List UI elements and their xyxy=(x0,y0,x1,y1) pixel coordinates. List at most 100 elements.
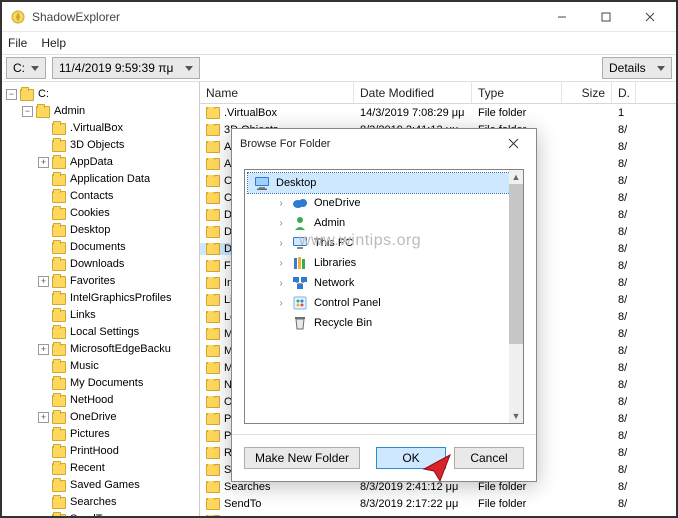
tree-item[interactable]: PrintHood xyxy=(70,443,119,460)
chevron-right-icon[interactable]: › xyxy=(276,278,286,289)
col-size[interactable]: Size xyxy=(562,82,612,103)
col-date[interactable]: Date Modified xyxy=(354,82,472,103)
folder-tree[interactable]: Desktop › OneDrive › Admin › This PC › L… xyxy=(244,169,524,424)
tree-item[interactable]: Application Data xyxy=(70,171,150,188)
chevron-right-icon[interactable]: › xyxy=(276,258,286,269)
folder-icon xyxy=(206,464,220,476)
col-type[interactable]: Type xyxy=(472,82,562,103)
minimize-button[interactable] xyxy=(540,3,584,31)
dialog-close-button[interactable] xyxy=(498,136,528,152)
tree-item[interactable]: Saved Games xyxy=(70,477,140,494)
folder-item[interactable]: › Admin xyxy=(248,213,520,233)
chevron-right-icon[interactable]: › xyxy=(276,298,286,309)
tree-item[interactable]: OneDrive xyxy=(70,409,116,426)
folder-icon xyxy=(206,107,220,119)
tree-pane[interactable]: −C:−Admin.VirtualBox3D Objects+AppDataAp… xyxy=(2,82,200,516)
file-d: 8/ xyxy=(612,141,636,153)
file-date: 8/3/2019 2:17:22 μμ xyxy=(354,515,472,517)
folder-label: Libraries xyxy=(314,257,356,269)
app-icon xyxy=(10,9,26,25)
expand-icon xyxy=(38,361,49,372)
tree-item[interactable]: Favorites xyxy=(70,273,115,290)
scroll-thumb[interactable] xyxy=(509,184,523,344)
menu-file[interactable]: File xyxy=(8,36,27,50)
list-row[interactable]: .VirtualBox 14/3/2019 7:08:29 μμ File fo… xyxy=(200,104,676,121)
expand-icon[interactable]: − xyxy=(6,89,17,100)
file-d: 8/ xyxy=(612,430,636,442)
folder-icon xyxy=(52,140,66,152)
tree-item[interactable]: 3D Objects xyxy=(70,137,124,154)
folder-icon xyxy=(206,124,220,136)
expand-icon[interactable]: + xyxy=(38,157,49,168)
dialog-scrollbar[interactable]: ▲ ▼ xyxy=(509,170,523,423)
folder-icon xyxy=(206,379,220,391)
expand-icon xyxy=(38,514,49,516)
tree-item[interactable]: Documents xyxy=(70,239,126,256)
folder-item[interactable]: › Control Panel xyxy=(248,293,520,313)
tree-item[interactable]: NetHood xyxy=(70,392,113,409)
snapshot-select[interactable]: 11/4/2019 9:59:39 πμ xyxy=(52,57,200,79)
folder-item[interactable]: › OneDrive xyxy=(248,193,520,213)
folder-label: Desktop xyxy=(276,177,316,189)
list-row[interactable]: Start Menu 8/3/2019 2:17:22 μμ File fold… xyxy=(200,512,676,516)
expand-icon xyxy=(38,327,49,338)
folder-icon xyxy=(52,259,66,271)
tree-item[interactable]: Pictures xyxy=(70,426,110,443)
tree-item[interactable]: Admin xyxy=(54,103,85,120)
folder-icon xyxy=(52,191,66,203)
menubar: File Help xyxy=(2,32,676,54)
tree-root[interactable]: C: xyxy=(38,86,49,103)
folder-item-desktop[interactable]: Desktop xyxy=(248,173,520,193)
expand-icon xyxy=(38,259,49,270)
folder-icon xyxy=(206,294,220,306)
item-icon xyxy=(292,315,308,331)
tree-item[interactable]: Cookies xyxy=(70,205,110,222)
close-button[interactable] xyxy=(628,3,672,31)
tree-item[interactable]: SendTo xyxy=(70,511,107,516)
expand-icon[interactable]: − xyxy=(22,106,33,117)
tree-item[interactable]: IntelGraphicsProfiles xyxy=(70,290,172,307)
col-name[interactable]: Name xyxy=(200,82,354,103)
scroll-down-icon[interactable]: ▼ xyxy=(509,409,523,423)
expand-icon[interactable]: + xyxy=(38,344,49,355)
folder-icon xyxy=(52,446,66,458)
tree-item[interactable]: MicrosoftEdgeBacku xyxy=(70,341,171,358)
tree-item[interactable]: Music xyxy=(70,358,99,375)
file-date: 8/3/2019 2:17:22 μμ xyxy=(354,498,472,510)
cancel-button[interactable]: Cancel xyxy=(454,447,524,469)
folder-icon xyxy=(206,226,220,238)
chevron-right-icon[interactable]: › xyxy=(276,218,286,229)
tree-item[interactable]: My Documents xyxy=(70,375,143,392)
tree-item[interactable]: AppData xyxy=(70,154,113,171)
tree-item[interactable]: Local Settings xyxy=(70,324,139,341)
expand-icon[interactable]: + xyxy=(38,276,49,287)
folder-icon xyxy=(206,158,220,170)
folder-item[interactable]: › This PC xyxy=(248,233,520,253)
file-d: 8/ xyxy=(612,209,636,221)
tree-item[interactable]: .VirtualBox xyxy=(70,120,123,137)
tree-item[interactable]: Downloads xyxy=(70,256,124,273)
view-select[interactable]: Details xyxy=(602,57,672,79)
scroll-up-icon[interactable]: ▲ xyxy=(509,170,523,184)
file-type: File folder xyxy=(472,107,562,119)
col-d[interactable]: D. xyxy=(612,82,636,103)
tree-item[interactable]: Links xyxy=(70,307,96,324)
maximize-button[interactable] xyxy=(584,3,628,31)
folder-item[interactable]: › Libraries xyxy=(248,253,520,273)
chevron-right-icon[interactable]: › xyxy=(276,198,286,209)
file-d: 8/ xyxy=(612,362,636,374)
folder-icon xyxy=(206,498,220,510)
ok-button[interactable]: OK xyxy=(376,447,446,469)
drive-select[interactable]: C: xyxy=(6,57,46,79)
tree-item[interactable]: Desktop xyxy=(70,222,110,239)
tree-item[interactable]: Searches xyxy=(70,494,116,511)
tree-item[interactable]: Contacts xyxy=(70,188,113,205)
chevron-right-icon[interactable]: › xyxy=(276,238,286,249)
list-row[interactable]: SendTo 8/3/2019 2:17:22 μμ File folder 8… xyxy=(200,495,676,512)
folder-item[interactable]: Recycle Bin xyxy=(248,313,520,333)
make-new-folder-button[interactable]: Make New Folder xyxy=(244,447,360,469)
menu-help[interactable]: Help xyxy=(41,36,66,50)
tree-item[interactable]: Recent xyxy=(70,460,105,477)
folder-item[interactable]: › Network xyxy=(248,273,520,293)
expand-icon[interactable]: + xyxy=(38,412,49,423)
